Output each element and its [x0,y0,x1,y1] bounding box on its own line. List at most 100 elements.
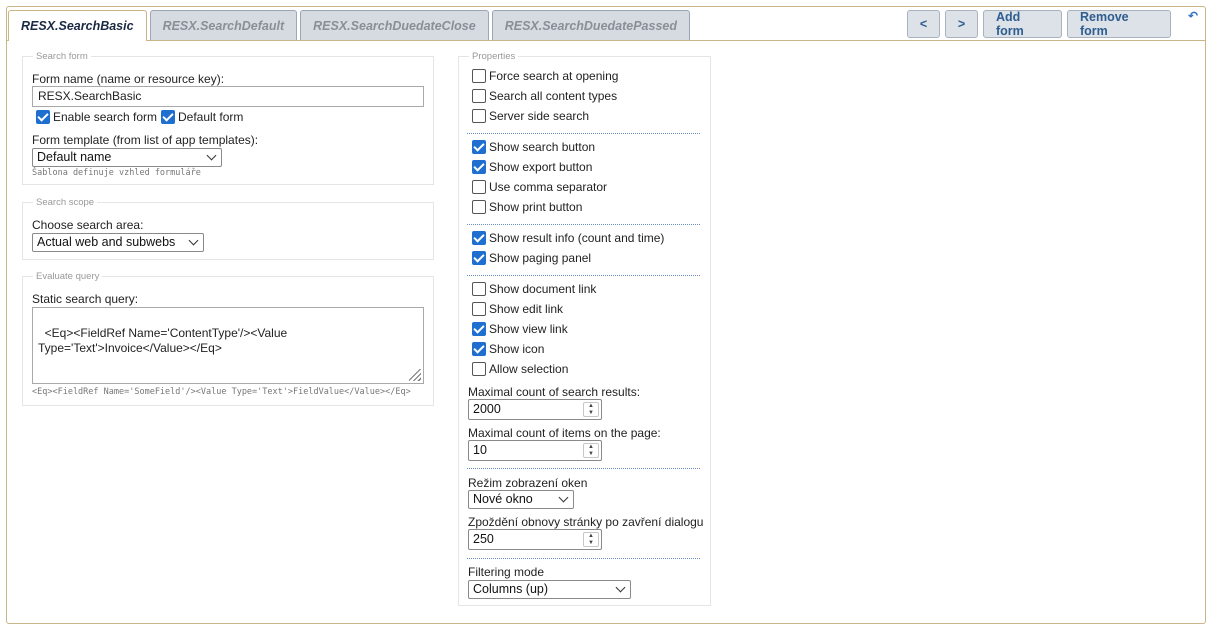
separator [467,468,700,469]
show-export-button-checkbox[interactable]: Show export button [472,160,592,174]
separator [467,558,700,559]
checkbox-box[interactable] [472,89,486,103]
refresh-icon[interactable]: ↶ [1188,9,1198,23]
window-mode-select[interactable]: Nové okno [468,490,574,509]
window-mode-value: Nové okno [473,492,533,506]
chevron-down-icon [206,150,217,161]
checkbox-box[interactable] [472,231,486,245]
form-name-input[interactable]: RESX.SearchBasic [32,86,424,107]
prev-form-button[interactable]: < [907,10,940,38]
checkbox-box[interactable] [472,140,486,154]
form-template-label: Form template (from list of app template… [32,133,259,147]
max-results-input[interactable]: 2000 ▲ ▼ [468,399,602,420]
chevron-down-icon [188,235,199,246]
chevron-down-icon [615,582,626,593]
refresh-delay-label: Zpoždění obnovy stránky po zavření dialo… [468,515,704,529]
show-view-link-checkbox[interactable]: Show view link [472,322,568,336]
checkbox-box[interactable] [472,251,486,265]
checkbox-box[interactable] [472,160,486,174]
checkbox-box[interactable] [472,282,486,296]
checkbox-box[interactable] [472,109,486,123]
refresh-delay-value: 250 [473,532,494,546]
max-results-value: 2000 [473,402,501,416]
static-query-textarea[interactable]: <Eq><FieldRef Name='ContentType'/><Value… [32,307,424,384]
show-document-link-checkbox[interactable]: Show document link [472,282,596,296]
tab-search-duedate-close[interactable]: RESX.SearchDuedateClose [300,10,489,40]
checkbox-label: Use comma separator [489,180,608,194]
tab-search-basic[interactable]: RESX.SearchBasic [8,10,147,41]
stepper-icon[interactable]: ▲ ▼ [583,443,599,458]
tab-divider [7,40,1205,41]
stepper-icon[interactable]: ▲ ▼ [583,532,599,547]
form-template-value: Default name [37,150,112,164]
search-all-content-types-checkbox[interactable]: Search all content types [472,89,617,103]
checkbox-box[interactable] [472,362,486,376]
show-paging-panel-checkbox[interactable]: Show paging panel [472,251,591,265]
search-scope-legend: Search scope [33,197,98,208]
checkbox-label: Show search button [489,140,596,154]
max-results-label: Maximal count of search results: [468,385,641,399]
checkbox-box[interactable] [36,110,50,124]
default-form-checkbox[interactable]: Default form [161,110,243,124]
separator [467,133,700,134]
checkbox-box[interactable] [161,110,175,124]
static-query-value: <Eq><FieldRef Name='ContentType'/><Value… [38,326,291,355]
server-side-search-checkbox[interactable]: Server side search [472,109,589,123]
form-template-hint: Šablona definuje vzhled formuláře [32,168,201,178]
next-form-button[interactable]: > [945,10,978,38]
evaluate-query-legend: Evaluate query [33,271,103,282]
checkbox-label: Server side search [489,109,590,123]
use-comma-separator-checkbox[interactable]: Use comma separator [472,180,607,194]
form-toolbar: < > Add form Remove form [907,10,1171,38]
remove-form-button[interactable]: Remove form [1067,10,1171,38]
default-form-label: Default form [178,110,244,124]
checkbox-box[interactable] [472,302,486,316]
checkbox-label: Show result info (count and time) [489,231,665,245]
max-items-value: 10 [473,443,487,457]
form-name-label: Form name (name or resource key): [32,72,225,86]
search-area-label: Choose search area: [32,218,144,232]
chevron-down-icon [558,492,569,503]
form-tabs: RESX.SearchBasic RESX.SearchDefault RESX… [8,10,691,41]
static-query-hint: <Eq><FieldRef Name='SomeField'/><Value T… [32,387,411,397]
checkbox-box[interactable] [472,342,486,356]
form-template-select[interactable]: Default name [32,148,222,167]
tab-search-duedate-passed[interactable]: RESX.SearchDuedatePassed [491,10,691,40]
checkbox-label: Show document link [489,282,597,296]
add-form-button[interactable]: Add form [983,10,1062,38]
search-area-select[interactable]: Actual web and subwebs [32,233,204,252]
show-result-info-checkbox[interactable]: Show result info (count and time) [472,231,664,245]
enable-search-form-checkbox[interactable]: Enable search form [36,110,157,124]
checkbox-label: Show icon [489,342,545,356]
show-icon-checkbox[interactable]: Show icon [472,342,544,356]
show-edit-link-checkbox[interactable]: Show edit link [472,302,563,316]
enable-search-form-label: Enable search form [53,110,158,124]
checkbox-box[interactable] [472,69,486,83]
window-mode-label: Režim zobrazení oken [468,476,588,490]
search-area-value: Actual web and subwebs [37,235,176,249]
checkbox-label: Show print button [489,200,583,214]
checkbox-box[interactable] [472,322,486,336]
show-search-button-checkbox[interactable]: Show search button [472,140,595,154]
show-print-button-checkbox[interactable]: Show print button [472,200,582,214]
filtering-mode-select[interactable]: Columns (up) [468,580,631,599]
checkbox-box[interactable] [472,180,486,194]
checkbox-label: Show view link [489,322,568,336]
checkbox-box[interactable] [472,200,486,214]
allow-selection-checkbox[interactable]: Allow selection [472,362,568,376]
properties-legend: Properties [469,51,519,62]
checkbox-label: Show edit link [489,302,564,316]
filtering-mode-value: Columns (up) [473,582,549,596]
search-form-legend: Search form [33,51,91,62]
static-query-label: Static search query: [32,292,139,306]
separator [467,275,700,276]
max-items-input[interactable]: 10 ▲ ▼ [468,440,602,461]
checkbox-label: Allow selection [489,362,569,376]
checkbox-label: Search all content types [489,89,618,103]
resize-grip-icon[interactable] [409,369,421,381]
tab-search-default[interactable]: RESX.SearchDefault [149,10,298,40]
force-search-checkbox[interactable]: Force search at opening [472,69,618,83]
refresh-delay-input[interactable]: 250 ▲ ▼ [468,529,602,550]
stepper-icon[interactable]: ▲ ▼ [583,402,599,417]
separator [467,224,700,225]
